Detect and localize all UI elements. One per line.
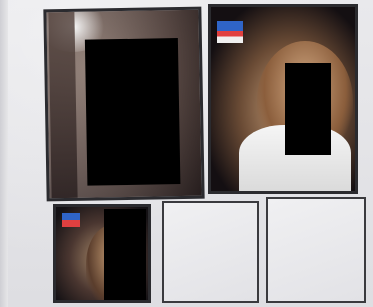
photo-tile-2[interactable] [208, 4, 358, 194]
empty-photo-slot-2[interactable] [266, 197, 366, 303]
redaction-box [104, 209, 146, 300]
page-edge [0, 0, 8, 307]
empty-photo-slot-1[interactable] [162, 201, 259, 303]
photo-collage-page [0, 0, 373, 307]
flag-graphic [62, 213, 80, 227]
redaction-box [285, 63, 331, 155]
photo-tile-1[interactable] [43, 6, 205, 202]
photo-tile-3[interactable] [53, 204, 151, 303]
redaction-box [84, 38, 181, 186]
hair-shape [48, 11, 78, 199]
flag-graphic [217, 21, 243, 43]
